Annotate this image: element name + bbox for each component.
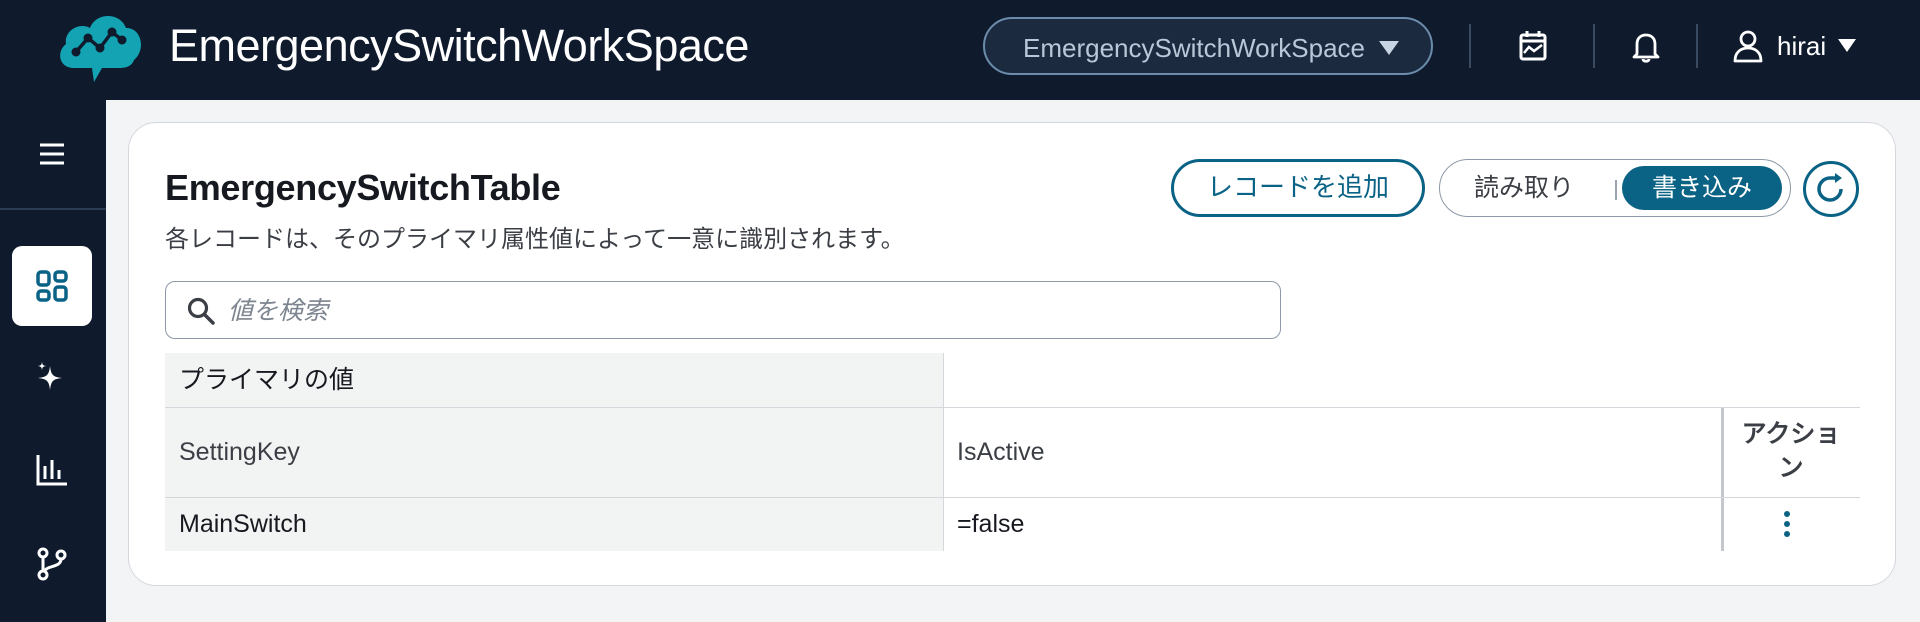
app-title: EmergencySwitchWorkSpace xyxy=(169,20,749,71)
branch-icon xyxy=(37,547,67,581)
column-header-isactive[interactable]: IsActive xyxy=(957,437,1045,467)
search-box xyxy=(165,281,1281,339)
add-record-button[interactable]: レコードを追加 xyxy=(1171,159,1425,217)
workspace-select-value: EmergencySwitchWorkSpace xyxy=(1023,33,1365,63)
column-header-actions: アクション xyxy=(1741,419,1841,482)
page-description: 各レコードは、そのプライマリ属性値によって一意に識別されます。 xyxy=(165,226,905,253)
search-input[interactable] xyxy=(228,288,1258,332)
sidebar-item-ai[interactable] xyxy=(12,338,92,418)
bell-icon[interactable] xyxy=(1626,26,1666,66)
divider xyxy=(1615,180,1617,200)
dashboard-grid-icon xyxy=(36,270,68,302)
sidebar xyxy=(0,100,106,622)
logo-cloud-icon[interactable] xyxy=(54,6,144,86)
divider xyxy=(1469,24,1471,68)
calendar-chart-icon[interactable] xyxy=(1513,26,1553,66)
bar-chart-icon xyxy=(36,455,67,486)
more-actions-icon[interactable] xyxy=(1777,509,1797,541)
mode-write-button[interactable]: 書き込み xyxy=(1622,166,1782,210)
cell-isactive[interactable]: =false xyxy=(957,509,1024,539)
column-header-settingkey[interactable]: SettingKey xyxy=(179,437,300,467)
caret-down-icon[interactable] xyxy=(1838,39,1856,52)
page-title: EmergencySwitchTable xyxy=(165,167,561,208)
sidebar-item-branches[interactable] xyxy=(12,524,92,604)
cell-settingkey: MainSwitch xyxy=(179,510,307,538)
group-header-label: プライマリの値 xyxy=(179,366,355,394)
sparkle-icon xyxy=(38,362,62,390)
top-bar: EmergencySwitchWorkSpace EmergencySwitch… xyxy=(0,0,1920,100)
mode-read-button[interactable]: 読み取り xyxy=(1474,172,1574,204)
user-name[interactable]: hirai xyxy=(1777,30,1826,62)
column-divider xyxy=(943,353,944,551)
workspace-select[interactable]: EmergencySwitchWorkSpace xyxy=(983,17,1433,75)
sidebar-item-dashboard[interactable] xyxy=(12,246,92,326)
refresh-button[interactable] xyxy=(1803,161,1859,217)
caret-down-icon xyxy=(1379,41,1399,55)
divider xyxy=(1696,24,1698,68)
sidebar-item-analytics[interactable] xyxy=(12,430,92,510)
read-write-toggle: 読み取り 書き込み xyxy=(1439,159,1791,217)
sidebar-divider xyxy=(0,208,106,210)
table-card: EmergencySwitchTable 各レコードは、そのプライマリ属性値によ… xyxy=(128,122,1896,586)
column-divider xyxy=(1721,408,1724,551)
refresh-icon xyxy=(1817,173,1843,202)
search-icon xyxy=(187,297,215,325)
user-icon[interactable] xyxy=(1728,26,1768,66)
menu-icon[interactable] xyxy=(12,114,92,194)
divider xyxy=(1593,24,1595,68)
